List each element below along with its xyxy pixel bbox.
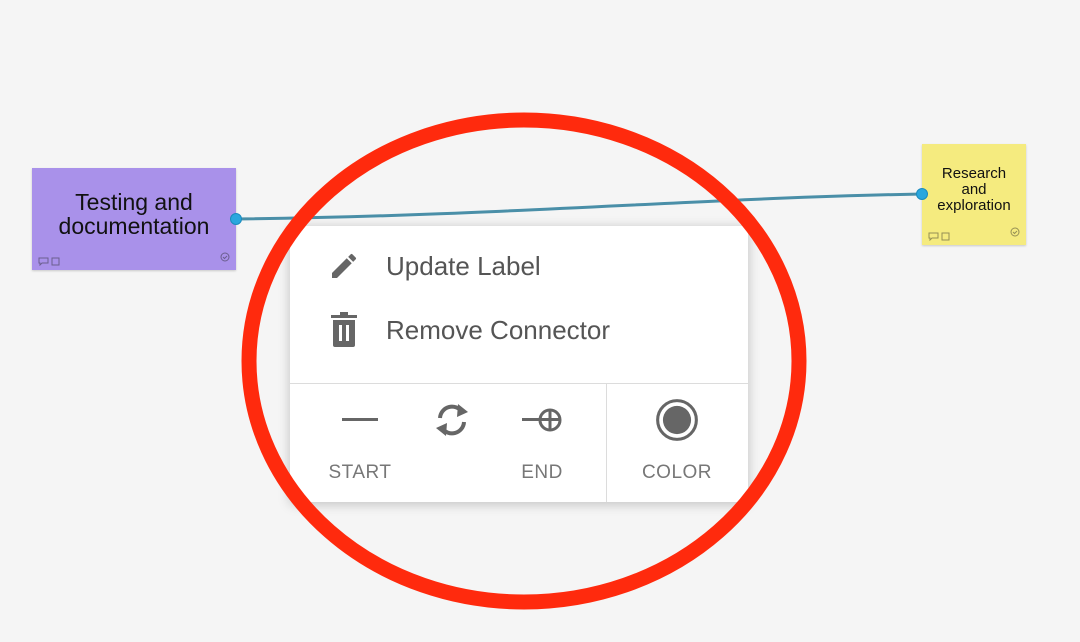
- start-label: START: [328, 462, 392, 483]
- sticky-meta: [928, 232, 950, 241]
- sticky-note-research[interactable]: Research and exploration: [922, 144, 1026, 245]
- check-circle-icon: [1010, 225, 1020, 241]
- trash-icon: [326, 312, 362, 348]
- comment-icon: [928, 232, 939, 241]
- pencil-icon: [326, 248, 362, 284]
- whiteboard-canvas[interactable]: Testing and documentation Research and e…: [0, 0, 1080, 642]
- sticky-note-testing[interactable]: Testing and documentation: [32, 168, 236, 270]
- line-end-target-icon: [520, 398, 564, 442]
- tag-icon: [941, 232, 950, 241]
- end-style-button[interactable]: END: [502, 398, 582, 498]
- sticky-note-text: Research and exploration: [937, 164, 1011, 214]
- menu-divider: [290, 383, 748, 384]
- connector-line[interactable]: [235, 192, 923, 221]
- line-start-icon: [338, 398, 382, 442]
- remove-connector-text: Remove Connector: [386, 314, 610, 345]
- connector-start-handle[interactable]: [230, 213, 242, 225]
- tag-icon: [51, 257, 60, 266]
- swap-direction-button[interactable]: [412, 398, 492, 498]
- color-picker-button[interactable]: COLOR: [637, 398, 717, 498]
- update-label-menu-item[interactable]: Update Label: [290, 238, 748, 294]
- sticky-meta: [38, 257, 60, 266]
- remove-connector-menu-item[interactable]: Remove Connector: [290, 302, 748, 358]
- comment-icon: [38, 257, 49, 266]
- color-swatch-icon: [655, 398, 699, 442]
- swap-arrows-icon: [430, 398, 474, 442]
- connector-end-handle[interactable]: [916, 188, 928, 200]
- connector-context-menu: Update Label Remove Connector START END …: [290, 226, 748, 502]
- update-label-text: Update Label: [386, 250, 541, 281]
- end-label: END: [521, 462, 563, 483]
- start-style-button[interactable]: START: [320, 398, 400, 498]
- check-circle-icon: [220, 242, 230, 266]
- sticky-note-text: Testing and documentation: [58, 189, 210, 239]
- color-label: COLOR: [641, 462, 713, 483]
- menu-divider-vertical: [606, 384, 607, 502]
